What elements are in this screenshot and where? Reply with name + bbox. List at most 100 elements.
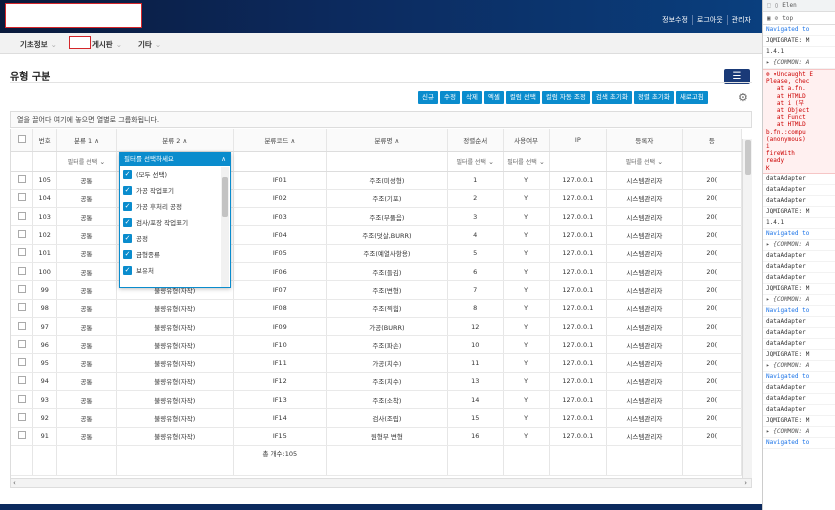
cell-date: 20( — [682, 408, 742, 428]
cell-cat1: 공통 — [56, 189, 117, 209]
reset-search-button[interactable]: 검색 초기화 — [591, 91, 632, 104]
cell-no: 96 — [32, 335, 58, 355]
row-checkbox[interactable] — [11, 335, 34, 355]
column-header-code[interactable]: 분류코드 ∧ — [233, 129, 327, 152]
cell-cat1: 공통 — [56, 353, 117, 373]
menu-basic-info[interactable]: 기초정보 ⌄ — [20, 39, 57, 50]
column-header-ip[interactable]: IP — [549, 129, 608, 152]
logout-link[interactable]: 로그아웃 — [691, 15, 727, 25]
row-checkbox[interactable] — [11, 353, 34, 373]
table-row[interactable]: 95 공통 불량유형(자작) IF11 가공(치수) 11 Y 127.0.0.1 시스템관리자… — [11, 353, 742, 373]
console-line: dataAdapter — [763, 383, 835, 394]
menu-board[interactable]: 게시판 ⌄ — [92, 39, 122, 50]
inspect-icon[interactable]: ⬚ — [767, 2, 771, 9]
filter-dropdown-list[interactable]: 필터를 선택하세요 ∧ ✓ (모두 선택) ✓ 가공 작업표기 ✓ 가공 후처리 공정 ✓ 검사… — [119, 152, 231, 288]
row-checkbox[interactable] — [11, 207, 34, 227]
filter-dropdown-order[interactable]: 필터를 선택 — [447, 151, 504, 172]
cell-cat1: 공통 — [56, 299, 117, 318]
filter-dropdown-use[interactable]: 필터를 선택 — [503, 151, 550, 172]
column-header-user[interactable]: 등록자 — [606, 129, 683, 152]
column-autofit-button[interactable]: 컬럼 자동 조정 — [541, 91, 590, 104]
scroll-right-icon[interactable]: › — [744, 479, 747, 487]
column-header-cat1[interactable]: 분류 1 ∧ — [56, 129, 117, 152]
row-checkbox[interactable] — [11, 225, 34, 245]
edit-profile-link[interactable]: 정보수정 — [658, 15, 692, 25]
row-checkbox[interactable] — [11, 299, 34, 318]
checkbox-checked-icon[interactable]: ✓ — [123, 249, 132, 259]
excel-button[interactable]: 엑셀 — [483, 91, 504, 104]
delete-button[interactable]: 삭제 — [461, 91, 482, 104]
filter-dropdown-header[interactable]: 필터를 선택하세요 ∧ — [120, 153, 230, 166]
table-row[interactable]: 98 공통 불량유형(자작) IF08 주조(찍힘) 8 Y 127.0.0.1 시스템관리자 2… — [11, 299, 742, 318]
reset-sort-button[interactable]: 정렬 초기화 — [633, 91, 674, 104]
sort-up-icon: ∧ — [394, 136, 400, 145]
sidebar-toggle-icon[interactable]: ▣ — [767, 15, 771, 22]
row-checkbox[interactable] — [11, 244, 34, 263]
device-icon[interactable]: ▯ — [775, 2, 779, 9]
table-row[interactable]: 93 공통 불량유형(자작) IF13 주조(소착) 14 Y 127.0.0.1 시스템관리자… — [11, 390, 742, 410]
edit-button[interactable]: 수정 — [439, 91, 460, 104]
row-checkbox[interactable] — [11, 427, 34, 446]
table-row[interactable]: 97 공통 불량유형(자작) IF09 가공(BURR) 12 Y 127.0.0.1 시스템관… — [11, 317, 742, 337]
horizontal-scrollbar[interactable]: ‹ › — [10, 478, 752, 488]
console-line: dataAdapter — [763, 317, 835, 328]
logo[interactable] — [5, 3, 142, 28]
row-checkbox[interactable] — [11, 171, 34, 190]
elements-tab[interactable]: Elen — [782, 2, 796, 9]
checkbox-checked-icon[interactable]: ✓ — [123, 169, 132, 179]
group-drop-zone[interactable]: 열을 끌어다 여기에 놓으면 열별로 그룹화됩니다. — [10, 111, 752, 128]
table-row[interactable]: 92 공통 불량유형(자작) IF14 검사(조립) 15 Y 127.0.0.1 시스템관리자… — [11, 408, 742, 428]
row-checkbox[interactable] — [11, 372, 34, 392]
row-checkbox[interactable] — [11, 262, 34, 282]
row-checkbox[interactable] — [11, 317, 34, 337]
checkbox-checked-icon[interactable]: ✓ — [123, 217, 132, 227]
dropdown-scrollbar[interactable] — [221, 167, 229, 287]
column-header-name[interactable]: 분류명 ∧ — [326, 129, 448, 152]
gear-icon[interactable]: ⚙ — [738, 91, 748, 104]
scroll-thumb[interactable] — [745, 140, 751, 175]
column-header-date[interactable]: 등 — [682, 129, 742, 152]
filter-option[interactable]: ✓ 가공 후처리 공정 — [120, 198, 230, 214]
cell-order: 13 — [447, 372, 504, 392]
row-checkbox[interactable] — [11, 189, 34, 209]
filter-option[interactable]: ✓ 검사/포장 작업표기 — [120, 214, 230, 230]
admin-link[interactable]: 관리자 — [726, 15, 755, 25]
row-checkbox[interactable] — [11, 390, 34, 410]
new-button[interactable]: 신규 — [418, 91, 438, 104]
table-row[interactable]: 91 공통 불량유형(자작) IF15 원형부 변형 16 Y 127.0.0.1 시스템관리자… — [11, 427, 742, 446]
cell-user: 시스템관리자 — [606, 299, 683, 318]
table-row[interactable]: 94 공통 불량유형(자작) IF12 주조(치수) 13 Y 127.0.0.1 시스템관리자… — [11, 372, 742, 392]
cell-use: Y — [503, 280, 550, 300]
vertical-scrollbar[interactable] — [742, 139, 752, 478]
scroll-left-icon[interactable]: ‹ — [13, 479, 16, 487]
menu-etc[interactable]: 기타 ⌄ — [138, 39, 161, 50]
clear-console-icon[interactable]: ⊘ — [775, 15, 779, 22]
checkbox-checked-icon[interactable]: ✓ — [123, 265, 132, 275]
cell-date: 20( — [682, 372, 742, 392]
table-row[interactable]: 96 공통 불량유형(자작) IF10 주조(파손) 10 Y 127.0.0.1 시스템관리자… — [11, 335, 742, 355]
scroll-thumb[interactable] — [222, 177, 228, 217]
row-checkbox[interactable] — [11, 408, 34, 428]
row-checkbox[interactable] — [11, 280, 34, 300]
cell-date: 20( — [682, 280, 742, 300]
column-select-button[interactable]: 컬럼 선택 — [505, 91, 540, 104]
cell-cat1: 공통 — [56, 317, 117, 337]
checkbox-checked-icon[interactable]: ✓ — [123, 201, 132, 211]
filter-option[interactable]: ✓ 보유처 — [120, 262, 230, 278]
filter-option[interactable]: ✓ 가공 작업표기 — [120, 182, 230, 198]
filter-dropdown-user[interactable]: 필터를 선택 — [606, 151, 683, 172]
column-header-order[interactable]: 정렬순서 — [447, 129, 504, 152]
filter-option[interactable]: ✓ 공정 — [120, 230, 230, 246]
sort-up-icon: ∧ — [290, 136, 296, 145]
context-select[interactable]: top — [782, 15, 793, 22]
column-header-cat2[interactable]: 분류 2 ∧ — [116, 129, 234, 152]
checkbox-checked-icon[interactable]: ✓ — [123, 233, 132, 243]
column-header-no[interactable]: 번호 — [32, 129, 58, 152]
filter-dropdown-cat1[interactable]: 필터를 선택 — [56, 151, 117, 172]
filter-option[interactable]: ✓ (모두 선택) — [120, 166, 230, 182]
filter-option[interactable]: ✓ 금형종류 — [120, 246, 230, 262]
column-header-use[interactable]: 사용여부 — [503, 129, 550, 152]
select-all-checkbox[interactable] — [11, 129, 34, 152]
refresh-button[interactable]: 새로고침 — [675, 91, 708, 104]
checkbox-checked-icon[interactable]: ✓ — [123, 185, 132, 195]
